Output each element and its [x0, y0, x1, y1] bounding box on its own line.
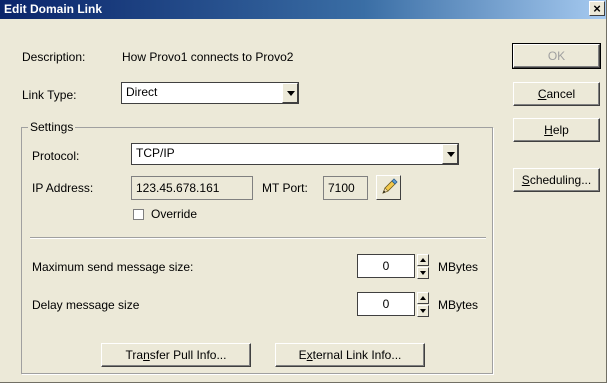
- link-type-select[interactable]: Direct: [121, 82, 299, 104]
- mt-port-label: MT Port:: [262, 181, 308, 195]
- help-button[interactable]: Help: [513, 118, 600, 142]
- protocol-label: Protocol:: [32, 149, 80, 163]
- delay-stepper[interactable]: [417, 292, 429, 317]
- protocol-value: TCP/IP: [136, 146, 175, 160]
- spin-down-icon[interactable]: [417, 267, 429, 279]
- title-bar[interactable]: Edit Domain Link ×: [0, 0, 606, 19]
- edit-domain-link-dialog: Edit Domain Link × Description: How Prov…: [0, 0, 607, 383]
- delay-label: Delay message size: [32, 298, 140, 312]
- spin-up-icon[interactable]: [417, 292, 429, 304]
- link-type-label: Link Type:: [22, 88, 77, 102]
- settings-separator: [30, 237, 486, 239]
- scheduling-button[interactable]: Scheduling...: [513, 168, 600, 192]
- cancel-button[interactable]: Cancel: [513, 82, 600, 106]
- spin-down-icon[interactable]: [417, 305, 429, 317]
- max-send-unit: MBytes: [438, 260, 479, 274]
- transfer-pull-info-button[interactable]: Transfer Pull Info...: [101, 343, 251, 367]
- chevron-down-icon[interactable]: [282, 83, 298, 103]
- ip-address-label: IP Address:: [32, 181, 94, 195]
- mt-port-field: 7100: [323, 176, 368, 200]
- edit-button[interactable]: [376, 175, 401, 200]
- delay-input[interactable]: 0: [357, 292, 415, 316]
- override-checkbox[interactable]: [133, 209, 144, 220]
- max-send-input[interactable]: 0: [357, 254, 415, 278]
- override-label: Override: [151, 207, 198, 221]
- max-send-stepper[interactable]: [417, 254, 429, 279]
- max-send-label: Maximum send message size:: [32, 260, 194, 274]
- spin-up-icon[interactable]: [417, 254, 429, 266]
- link-type-value: Direct: [126, 85, 158, 99]
- pencil-icon: [382, 178, 398, 194]
- settings-legend: Settings: [28, 120, 76, 134]
- external-link-info-button[interactable]: External Link Info...: [275, 343, 425, 367]
- window-title: Edit Domain Link: [4, 2, 103, 16]
- description-value: How Provo1 connects to Provo2: [122, 50, 294, 64]
- description-label: Description:: [22, 50, 86, 64]
- ip-address-field: 123.45.678.161: [131, 176, 253, 200]
- delay-unit: MBytes: [438, 298, 479, 312]
- chevron-down-icon[interactable]: [442, 144, 458, 164]
- ok-button[interactable]: OK: [512, 43, 601, 69]
- protocol-select[interactable]: TCP/IP: [131, 143, 459, 165]
- close-icon[interactable]: ×: [589, 1, 605, 16]
